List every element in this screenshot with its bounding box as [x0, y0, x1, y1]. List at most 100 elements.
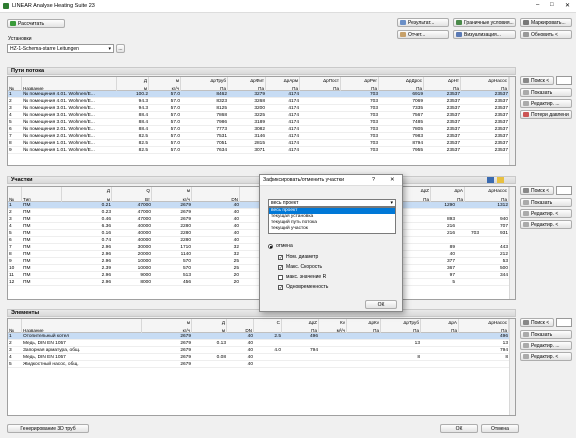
sections-column-header[interactable]: Дм [62, 187, 112, 202]
sections-column-header[interactable]: ΔрНасос Па [465, 187, 509, 202]
paths-row[interactable]: 1 № помещения 4.01. Wohnen/E... 100.2 57.0 8… [8, 91, 515, 98]
cancel-button[interactable]: Отмена [481, 424, 519, 433]
sections-cell: 367 [446, 266, 455, 271]
elements-scrollbar[interactable] [509, 319, 515, 415]
elements-show-button[interactable]: Показать [520, 330, 572, 339]
paths-table[interactable]: № Название Дм м кг/ч ΔрТруб Па ΔрФит Па ΔрАрм Па Δр… [7, 76, 516, 166]
scope-select[interactable]: весь проект ▾ [268, 199, 396, 207]
elements-table[interactable]: № Название м кг/ч Дм DN C ΔрZ Па Кv м³/ч ΔрКv Па ΔрТр… [7, 318, 516, 416]
sections-column-header[interactable]: № [8, 187, 22, 202]
setup-select[interactable]: HZ-1-Schema-starre Leitungen ▾ [7, 44, 114, 53]
sections-cell: 12 [9, 280, 15, 285]
elements-column-header[interactable]: C [254, 319, 282, 333]
elements-column-header[interactable]: ΔрКv Па [347, 319, 381, 333]
paths-cell: 4174 [288, 127, 299, 132]
dialog-close-button[interactable]: ✕ [390, 177, 395, 183]
elements-row[interactable]: 2 Медь, DIN EN 1057 2679 0.13 40 13 13 [8, 340, 515, 347]
sections-column-header[interactable]: DN [192, 187, 240, 202]
elements-column-header[interactable]: № [8, 319, 22, 333]
paths-column-header[interactable]: ΔрНасос Па [461, 77, 509, 91]
paths-column-header[interactable]: ΔрФит Па [228, 77, 266, 91]
elements-column-header[interactable]: Кv м³/ч [319, 319, 347, 333]
scope-option[interactable]: текущий участок [269, 226, 395, 232]
generate-3d-button[interactable]: Генерирование 3D труб [7, 424, 89, 433]
sections-edit-button[interactable]: Редактир. < [520, 209, 572, 218]
ok-button[interactable]: ОК [440, 424, 478, 433]
sections-column-header[interactable]: Q Вт [112, 187, 152, 202]
setup-more-button[interactable]: ... [116, 44, 125, 53]
paths-row[interactable]: 3 № помещения 3.01. Wohnen/E... 94.3 57.0 81… [8, 105, 515, 112]
minimize-button[interactable]: – [536, 2, 539, 8]
elements-row[interactable]: 4 Медь, DIN EN 1057 2679 0.08 40 8 8 [8, 354, 515, 361]
visualization-button[interactable]: Визуализация... [453, 30, 516, 39]
elements-column-header[interactable]: ΔрZ Па [282, 319, 319, 333]
paths-column-header[interactable]: м кг/ч [149, 77, 181, 91]
cancel-radio[interactable] [268, 244, 273, 249]
paths-scrollbar[interactable] [509, 77, 515, 165]
elements-column-header[interactable]: ΔрТруб Па [381, 319, 421, 333]
elements-edit2-button[interactable]: Редактир. < [520, 352, 572, 361]
sections-column-header[interactable]: Тип [22, 187, 62, 202]
sections-scrollbar[interactable] [509, 187, 515, 299]
paths-column-header[interactable]: № [8, 77, 22, 91]
paths-column-header[interactable]: ΔрАрм Па [266, 77, 300, 91]
report-button[interactable]: Отчет... [397, 30, 449, 39]
option-checkbox[interactable]: ✓ [278, 285, 283, 290]
sections-show-button[interactable]: Показать [520, 198, 572, 207]
boundary-conditions-button[interactable]: Граничные условия... [453, 18, 516, 27]
sections-search-button[interactable]: Поиск < [520, 186, 554, 195]
elements-search-button[interactable]: Поиск < [520, 318, 554, 327]
dialog-help-button[interactable]: ? [372, 177, 375, 183]
elements-column-header[interactable]: ΔрА Па [421, 319, 459, 333]
paths-row[interactable]: 7 № помещения 2.01. Wohnen/E... 82.5 57.0 75… [8, 133, 515, 140]
scope-dropdown-list[interactable]: весь проект текущая установка текущий пу… [268, 207, 396, 234]
elements-search-input[interactable] [556, 318, 572, 327]
pressure-loss-button[interactable]: Потери давлени [520, 110, 572, 119]
calculate-button[interactable]: Рассчитать [7, 19, 65, 28]
update-button[interactable]: Обновить < [520, 30, 572, 39]
sections-column-header[interactable]: ΔрА Па [431, 187, 465, 202]
paths-search-button[interactable]: Поиск < [520, 76, 554, 85]
option-checkbox[interactable]: ✓ [278, 265, 283, 270]
elements-column-header[interactable]: ΔрНасос Па [459, 319, 509, 333]
maximize-button[interactable]: □ [550, 2, 554, 8]
paths-column-header[interactable]: ΔрРег Па [341, 77, 379, 91]
sections-column-header[interactable]: ΔрZ Па [406, 187, 431, 202]
paths-row[interactable]: 6 № помещения 2.01. Wohnen/E... 88.4 57.0 77… [8, 126, 515, 133]
paths-column-header[interactable]: ΔрДрос Па [379, 77, 424, 91]
paths-row[interactable]: 5 № помещения 3.01. Wohnen/E... 88.4 57.0 79… [8, 119, 515, 126]
paths-column-header[interactable]: ΔрПост Па [300, 77, 341, 91]
paths-cell: 23537 [446, 113, 460, 118]
paths-column-header[interactable]: Название [22, 77, 117, 91]
option-checkbox[interactable]: ✓ [278, 255, 283, 260]
paths-edit-button[interactable]: Редактир. ... [520, 99, 572, 108]
elements-row[interactable]: 3 Запорная арматура, общ. 2679 40 4.0 794 794 [8, 347, 515, 354]
lock-icon[interactable] [497, 177, 504, 183]
paths-show-button[interactable]: Показать [520, 88, 572, 97]
elements-column-header[interactable]: Дм [192, 319, 227, 333]
elements-row[interactable]: 5 Жидкостный насос, общ. 2679 40 [8, 361, 515, 368]
sections-column-header[interactable]: м кг/ч [152, 187, 192, 202]
paths-column-header[interactable]: ΔрНт Па [424, 77, 461, 91]
pin-icon[interactable] [487, 177, 494, 183]
paths-row[interactable]: 9 № помещения 1.01. Wohnen/E... 82.5 57.0 76… [8, 147, 515, 154]
paths-column-header[interactable]: Дм [117, 77, 149, 91]
sections-search-input[interactable] [556, 186, 572, 195]
column-header-top: м [186, 320, 190, 325]
elements-column-header[interactable]: Название [22, 319, 142, 333]
sections-edit2-button[interactable]: Редактир. < [520, 220, 572, 229]
result-button[interactable]: Результат... [397, 18, 449, 27]
close-button[interactable]: ✕ [565, 2, 570, 9]
paths-row[interactable]: 4 № помещения 3.01. Wohnen/E... 88.4 57.0 78… [8, 112, 515, 119]
elements-column-header[interactable]: DN [227, 319, 254, 333]
elements-edit-button[interactable]: Редактир. ... [520, 341, 572, 350]
mark-button[interactable]: Маркировать... [520, 18, 572, 27]
paths-row[interactable]: 8 № помещения 1.01. Wohnen/E... 82.5 57.0 70… [8, 140, 515, 147]
paths-search-input[interactable] [556, 76, 572, 85]
elements-row[interactable]: 1 Отопительный котел 2679 40 2.5 496 496 [8, 333, 515, 340]
paths-column-header[interactable]: ΔрТруб Па [181, 77, 228, 91]
option-checkbox[interactable] [278, 275, 283, 280]
elements-column-header[interactable]: м кг/ч [142, 319, 192, 333]
paths-row[interactable]: 2 № помещения 4.01. Wohnen/E... 94.3 57.0 83… [8, 98, 515, 105]
dialog-ok-button[interactable]: ОК [365, 300, 397, 309]
